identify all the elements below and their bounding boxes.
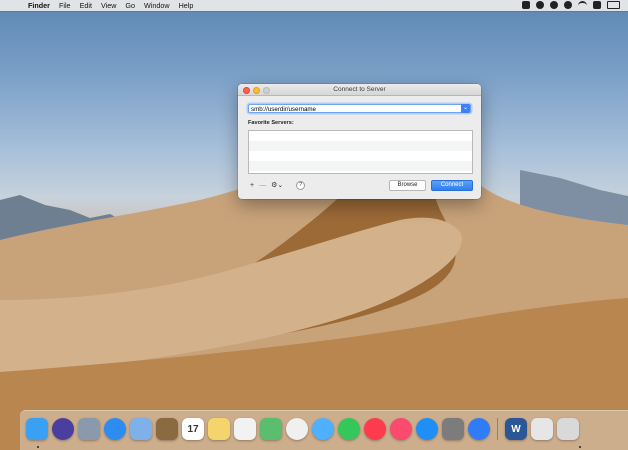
dock-mail-icon[interactable]	[130, 418, 152, 440]
dock-notes-icon[interactable]	[208, 418, 230, 440]
dock-facetime-icon[interactable]	[338, 418, 360, 440]
menu-view[interactable]: View	[101, 1, 116, 10]
gear-icon[interactable]: ⚙︎⌄	[271, 182, 283, 189]
wifi-icon[interactable]	[578, 1, 587, 10]
dock-trash-icon[interactable]	[557, 418, 579, 440]
window-titlebar[interactable]: Connect to Server	[238, 84, 481, 96]
menu-app-finder[interactable]: Finder	[28, 1, 50, 10]
menu-file[interactable]: File	[59, 1, 71, 10]
close-button[interactable]	[243, 87, 250, 94]
running-indicator	[579, 446, 581, 448]
status-icons	[522, 1, 620, 10]
menu-window[interactable]: Window	[144, 1, 170, 10]
add-favorite-button[interactable]: +	[250, 182, 254, 189]
dock-siri-icon[interactable]	[52, 418, 74, 440]
dock-music-icon[interactable]	[390, 418, 412, 440]
minimize-button[interactable]	[253, 87, 260, 94]
list-item[interactable]	[249, 161, 472, 171]
status-app-icon[interactable]	[550, 1, 558, 9]
dock-finder-icon[interactable]	[26, 418, 48, 440]
running-indicator	[37, 446, 39, 448]
list-item[interactable]	[249, 131, 472, 141]
favorite-servers-list[interactable]	[248, 130, 473, 174]
help-button[interactable]: ?	[296, 181, 306, 190]
list-item[interactable]	[249, 141, 472, 151]
battery-icon[interactable]	[607, 1, 620, 9]
dock-safari-icon[interactable]	[104, 418, 126, 440]
dock-separator	[497, 418, 498, 440]
connect-button[interactable]: Connect	[431, 180, 473, 191]
menu-bar: Finder File Edit View Go Window Help	[0, 0, 628, 11]
dock-icons: 17 W	[26, 418, 579, 440]
dock-news-icon[interactable]	[364, 418, 386, 440]
dock-xcode-instruments-icon[interactable]	[468, 418, 490, 440]
dock-reminders-icon[interactable]	[234, 418, 256, 440]
airplay-icon[interactable]	[593, 1, 601, 9]
dock-app-store-icon[interactable]	[416, 418, 438, 440]
dock-maps-icon[interactable]	[260, 418, 282, 440]
server-address-value: smb://userdir/username	[251, 106, 316, 113]
dock-calendar-icon[interactable]: 17	[182, 418, 204, 440]
window-controls	[243, 87, 270, 94]
browse-button[interactable]: Browse	[389, 180, 426, 191]
menu-edit[interactable]: Edit	[80, 1, 92, 10]
zoom-button[interactable]	[263, 87, 270, 94]
color-app-icon[interactable]	[564, 1, 572, 9]
menu-go[interactable]: Go	[125, 1, 135, 10]
server-address-input[interactable]: smb://userdir/username ⌄	[248, 104, 471, 113]
wallpaper-dunes	[0, 140, 628, 450]
dock-messages-icon[interactable]	[312, 418, 334, 440]
window-title: Connect to Server	[333, 86, 386, 93]
remove-favorite-button[interactable]: —	[259, 182, 266, 189]
favorites-controls: + — ⚙︎⌄ ?	[250, 181, 306, 190]
dock-notes-book-icon[interactable]	[156, 418, 178, 440]
connect-to-server-window: Connect to Server smb://userdir/username…	[238, 84, 481, 199]
dock-system-preferences-icon[interactable]	[442, 418, 464, 440]
dock-word-icon[interactable]: W	[505, 418, 527, 440]
chevron-down-icon[interactable]: ⌄	[461, 104, 470, 113]
list-item[interactable]	[249, 151, 472, 161]
dock-photos-icon[interactable]	[286, 418, 308, 440]
favorites-label: Favorite Servers:	[248, 120, 294, 126]
parking-icon[interactable]	[522, 1, 530, 9]
dock-launchpad-icon[interactable]	[78, 418, 100, 440]
user-sync-icon[interactable]	[536, 1, 544, 9]
desktop-wallpaper	[0, 0, 628, 450]
dock-downloads-icon[interactable]	[531, 418, 553, 440]
menu-help[interactable]: Help	[179, 1, 194, 10]
dock: 17 W	[20, 410, 628, 450]
